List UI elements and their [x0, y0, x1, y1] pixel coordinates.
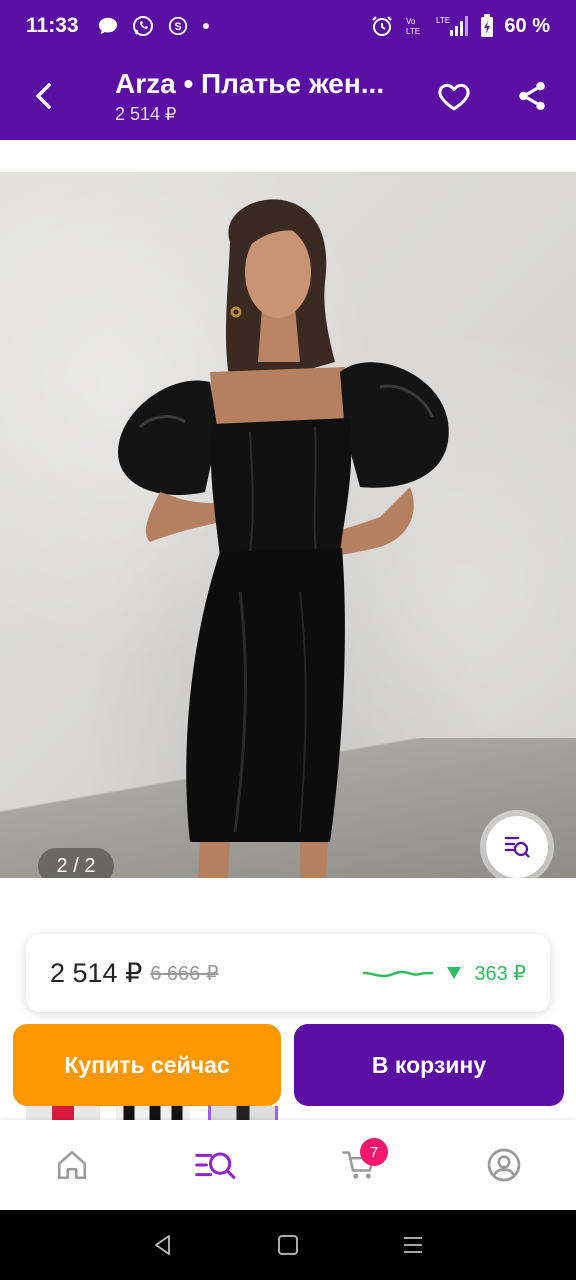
price-card[interactable]: 2 514 ₽ 6 666 ₽ 363 ₽	[26, 934, 550, 1012]
svg-text:Vo: Vo	[406, 17, 416, 26]
alarm-icon	[372, 16, 393, 36]
thumbnail[interactable]	[26, 1106, 100, 1120]
bottom-navigation: 7	[0, 1120, 576, 1210]
nav-home[interactable]	[0, 1120, 144, 1210]
search-similar-icon	[504, 836, 530, 858]
price-history-sparkline-icon	[363, 970, 434, 978]
title-block: Arza • Платье жен... 2 514 ₽	[115, 68, 425, 125]
nav-catalog[interactable]	[144, 1120, 288, 1210]
heart-icon	[438, 83, 470, 111]
recents-menu-icon[interactable]	[401, 1233, 425, 1257]
current-price: 2 514 ₽	[50, 957, 143, 988]
battery-level: 60 %	[504, 14, 550, 37]
system-status: Vo LTE LTE 60 %	[370, 14, 550, 38]
thumbnail[interactable]	[208, 1106, 278, 1120]
price-drop-amount: 363 ₽	[474, 962, 526, 985]
header-price: 2 514 ₽	[115, 104, 177, 124]
svg-text:S: S	[174, 21, 181, 33]
thumbnail[interactable]	[116, 1106, 190, 1120]
svg-text:LTE: LTE	[406, 27, 420, 36]
profile-icon	[487, 1148, 521, 1182]
status-time: 11:33	[26, 14, 79, 37]
catalog-search-icon	[195, 1152, 236, 1179]
message-icon	[98, 17, 117, 35]
battery-icon	[481, 14, 494, 37]
add-to-cart-button[interactable]: В корзину	[294, 1024, 564, 1106]
home-icon	[57, 1150, 87, 1180]
top-app-bar: Arza • Платье жен... 2 514 ₽	[0, 52, 576, 140]
svg-text:LTE: LTE	[436, 16, 450, 25]
find-similar-button[interactable]	[486, 816, 548, 878]
skype-icon: S	[168, 16, 187, 36]
product-image-gallery[interactable]: 2 / 2	[0, 172, 576, 878]
nav-cart[interactable]: 7	[288, 1120, 432, 1210]
favorite-button[interactable]	[430, 72, 478, 120]
back-triangle-icon[interactable]	[151, 1233, 175, 1257]
back-button[interactable]	[20, 72, 68, 120]
share-icon	[519, 81, 545, 111]
volte-icon: VoLTE	[406, 17, 420, 36]
system-navigation-bar	[0, 1210, 576, 1280]
old-price: 6 666 ₽	[150, 962, 219, 985]
status-bar: 11:33 S Vo LTE LTE 60 %	[0, 0, 576, 52]
image-counter: 2 / 2	[38, 848, 114, 878]
nav-profile[interactable]	[432, 1120, 576, 1210]
related-thumbnails	[0, 1106, 576, 1120]
buy-now-button[interactable]: Купить сейчас	[13, 1024, 281, 1106]
dot-icon	[202, 23, 209, 29]
product-photo	[118, 199, 449, 878]
lte-signal-icon: LTE	[436, 16, 469, 36]
cart-count-badge: 7	[360, 1138, 388, 1166]
share-button[interactable]	[508, 72, 556, 120]
product-title: Arza • Платье жен...	[115, 68, 385, 99]
home-square-icon[interactable]	[277, 1234, 299, 1256]
notification-icons: S	[97, 14, 211, 38]
whatsapp-icon	[132, 16, 153, 36]
down-triangle-icon	[447, 967, 462, 979]
back-arrow-icon	[36, 83, 51, 109]
price-trend: 363 ₽	[362, 961, 526, 986]
